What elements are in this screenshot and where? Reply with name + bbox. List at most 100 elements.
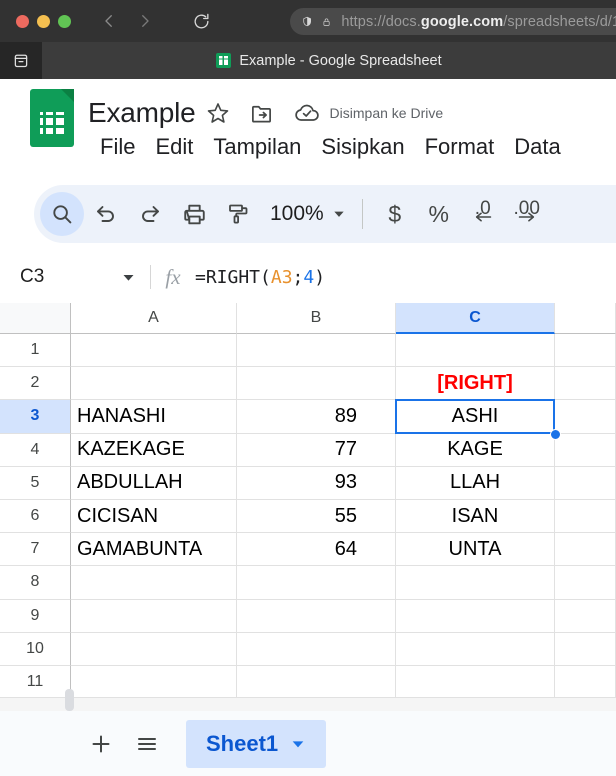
move-to-folder-button[interactable] <box>240 93 284 133</box>
cell-C8[interactable] <box>396 566 555 600</box>
minimize-window-button[interactable] <box>37 14 50 28</box>
fill-handle[interactable] <box>550 428 561 440</box>
cell-D10[interactable] <box>555 632 616 666</box>
menu-item-sisipkan[interactable]: Sisipkan <box>311 134 414 160</box>
cloud-saved-button[interactable] <box>284 93 330 133</box>
tab-sidebar-toggle-button[interactable] <box>0 42 42 79</box>
cell-B11[interactable] <box>237 666 396 700</box>
column-header-c[interactable]: C <box>396 303 555 334</box>
name-box[interactable]: C3 <box>0 251 150 303</box>
print-button[interactable] <box>172 192 216 236</box>
cell-D4[interactable] <box>555 433 616 467</box>
add-sheet-button[interactable] <box>78 721 124 767</box>
row-header-2[interactable]: 2 <box>0 367 71 401</box>
cell-D2[interactable] <box>555 367 616 401</box>
cell-A9[interactable] <box>71 599 237 633</box>
cell-C1[interactable] <box>396 334 555 368</box>
column-header-a[interactable]: A <box>71 303 237 334</box>
cell-A2[interactable] <box>71 367 237 401</box>
sheet-tab-sheet1[interactable]: Sheet1 <box>186 719 327 768</box>
search-button[interactable] <box>40 192 84 236</box>
cell-C3[interactable]: ASHI <box>396 400 555 434</box>
horizontal-scrollbar-thumb[interactable] <box>65 689 74 711</box>
cell-B8[interactable] <box>237 566 396 600</box>
reload-button[interactable] <box>183 6 219 36</box>
cell-B6[interactable]: 55 <box>237 500 396 534</box>
cell-D7[interactable] <box>555 533 616 567</box>
column-header-d[interactable] <box>555 303 616 334</box>
browser-tab[interactable]: Example - Google Spreadsheet <box>42 42 616 79</box>
address-bar[interactable]: https://docs.google.com/spreadsheets/d/1… <box>290 8 616 35</box>
cell-A4[interactable]: KAZEKAGE <box>71 433 237 467</box>
cell-D1[interactable] <box>555 334 616 368</box>
cell-C4[interactable]: KAGE <box>396 433 555 467</box>
horizontal-scrollbar[interactable] <box>0 689 616 711</box>
zoom-level-dropdown[interactable]: 100% <box>260 202 352 226</box>
select-all-corner[interactable] <box>0 303 71 334</box>
close-window-button[interactable] <box>16 14 29 28</box>
cell-A1[interactable] <box>71 334 237 368</box>
cell-A7[interactable]: GAMABUNTA <box>71 533 237 567</box>
cell-C9[interactable] <box>396 599 555 633</box>
menu-item-edit[interactable]: Edit <box>145 134 203 160</box>
cell-D11[interactable] <box>555 666 616 700</box>
increase-decimal-button[interactable]: .00 <box>505 192 549 236</box>
cell-C5[interactable]: LLAH <box>396 466 555 500</box>
cell-C11[interactable] <box>396 666 555 700</box>
paint-format-button[interactable] <box>216 192 260 236</box>
shield-icon[interactable] <box>302 13 312 30</box>
cell-B3[interactable]: 89 <box>237 400 396 434</box>
column-header-b[interactable]: B <box>237 303 396 334</box>
cell-B9[interactable] <box>237 599 396 633</box>
row-header-10[interactable]: 10 <box>0 632 71 666</box>
cell-D6[interactable] <box>555 500 616 534</box>
format-currency-button[interactable]: $ <box>373 192 417 236</box>
row-header-5[interactable]: 5 <box>0 466 71 500</box>
back-button[interactable] <box>91 6 127 36</box>
redo-button[interactable] <box>128 192 172 236</box>
cell-C7[interactable]: UNTA <box>396 533 555 567</box>
formula-input[interactable]: =RIGHT(A3;4) <box>195 267 325 288</box>
row-header-1[interactable]: 1 <box>0 334 71 368</box>
cell-D5[interactable] <box>555 466 616 500</box>
cell-A3[interactable]: HANASHI <box>71 400 237 434</box>
menu-item-tampilan[interactable]: Tampilan <box>203 134 311 160</box>
format-percent-button[interactable]: % <box>417 192 461 236</box>
cell-D3[interactable] <box>555 400 616 434</box>
cell-D9[interactable] <box>555 599 616 633</box>
star-button[interactable] <box>196 93 240 133</box>
row-header-7[interactable]: 7 <box>0 533 71 567</box>
cell-A5[interactable]: ABDULLAH <box>71 466 237 500</box>
forward-button[interactable] <box>127 6 163 36</box>
cell-B2[interactable] <box>237 367 396 401</box>
document-title[interactable]: Example <box>88 97 196 129</box>
cell-A11[interactable] <box>71 666 237 700</box>
maximize-window-button[interactable] <box>58 14 71 28</box>
row-header-3[interactable]: 3 <box>0 400 71 434</box>
cell-D8[interactable] <box>555 566 616 600</box>
undo-button[interactable] <box>84 192 128 236</box>
row-header-11[interactable]: 11 <box>0 666 71 700</box>
google-sheets-logo[interactable] <box>30 89 74 147</box>
cell-C10[interactable] <box>396 632 555 666</box>
cell-C6[interactable]: ISAN <box>396 500 555 534</box>
cell-B1[interactable] <box>237 334 396 368</box>
cell-B4[interactable]: 77 <box>237 433 396 467</box>
all-sheets-button[interactable] <box>124 721 170 767</box>
cell-A10[interactable] <box>71 632 237 666</box>
menu-item-data[interactable]: Data <box>504 134 570 160</box>
decrease-decimal-button[interactable]: .0 <box>461 192 505 236</box>
menu-item-file[interactable]: File <box>90 134 145 160</box>
cell-B5[interactable]: 93 <box>237 466 396 500</box>
row-header-9[interactable]: 9 <box>0 599 71 633</box>
cell-B10[interactable] <box>237 632 396 666</box>
cell-C2[interactable]: [RIGHT] <box>396 367 555 401</box>
row-header-4[interactable]: 4 <box>0 433 71 467</box>
menu-item-format[interactable]: Format <box>415 134 505 160</box>
row-header-6[interactable]: 6 <box>0 500 71 534</box>
cell-B7[interactable]: 64 <box>237 533 396 567</box>
cell-A6[interactable]: CICISAN <box>71 500 237 534</box>
chevron-down-icon[interactable] <box>290 736 306 752</box>
cell-A8[interactable] <box>71 566 237 600</box>
row-header-8[interactable]: 8 <box>0 566 71 600</box>
